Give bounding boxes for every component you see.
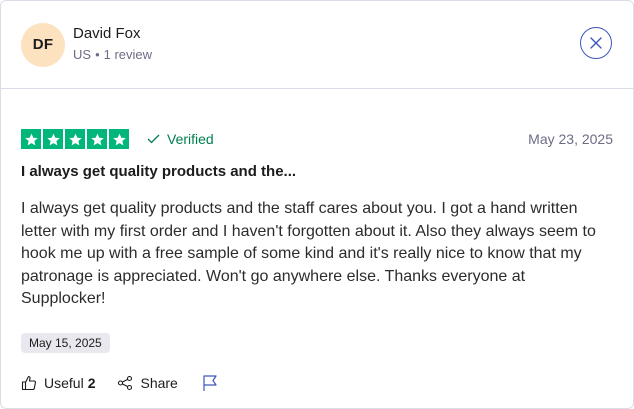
rating-left: Verified xyxy=(21,129,214,149)
star-icon xyxy=(87,129,107,149)
close-button[interactable] xyxy=(580,27,612,59)
star-icon xyxy=(109,129,129,149)
review-actions: Useful 2 Share xyxy=(21,374,218,392)
rating-row: Verified May 23, 2025 xyxy=(21,129,613,149)
share-button[interactable]: Share xyxy=(117,375,178,391)
verified-label: Verified xyxy=(167,131,214,147)
report-button[interactable] xyxy=(202,374,218,392)
verified-badge[interactable]: Verified xyxy=(147,131,214,147)
avatar-initials: DF xyxy=(32,36,54,53)
review-title[interactable]: I always get quality products and the... xyxy=(21,163,613,180)
share-icon xyxy=(117,375,133,391)
star-icon xyxy=(65,129,85,149)
thumbs-up-icon xyxy=(21,375,37,391)
close-icon xyxy=(589,36,603,50)
star-icon xyxy=(21,129,41,149)
meta-separator: • xyxy=(95,47,100,62)
reviewer-meta: US • 1 review xyxy=(73,47,152,62)
useful-button[interactable]: Useful 2 xyxy=(21,375,95,391)
flag-icon xyxy=(202,374,218,392)
review-card: DF David Fox US • 1 review Verified May … xyxy=(0,0,634,409)
review-date: May 23, 2025 xyxy=(528,131,613,147)
check-icon xyxy=(147,134,160,144)
avatar: DF xyxy=(21,22,65,67)
useful-label: Useful xyxy=(44,375,84,391)
reviewer-name[interactable]: David Fox xyxy=(73,25,152,42)
review-header: DF David Fox US • 1 review xyxy=(1,1,633,89)
review-body: Verified May 23, 2025 I always get quali… xyxy=(1,129,633,353)
share-label: Share xyxy=(140,375,178,391)
reviewer-review-count: 1 review xyxy=(103,47,153,62)
star-icon xyxy=(43,129,63,149)
reviewer-info: David Fox US • 1 review xyxy=(73,25,152,62)
experience-date-badge: May 15, 2025 xyxy=(21,332,110,353)
star-rating xyxy=(21,129,129,149)
review-text: I always get quality products and the st… xyxy=(21,200,596,308)
useful-count: 2 xyxy=(87,375,96,391)
reviewer-country: US xyxy=(73,47,92,62)
